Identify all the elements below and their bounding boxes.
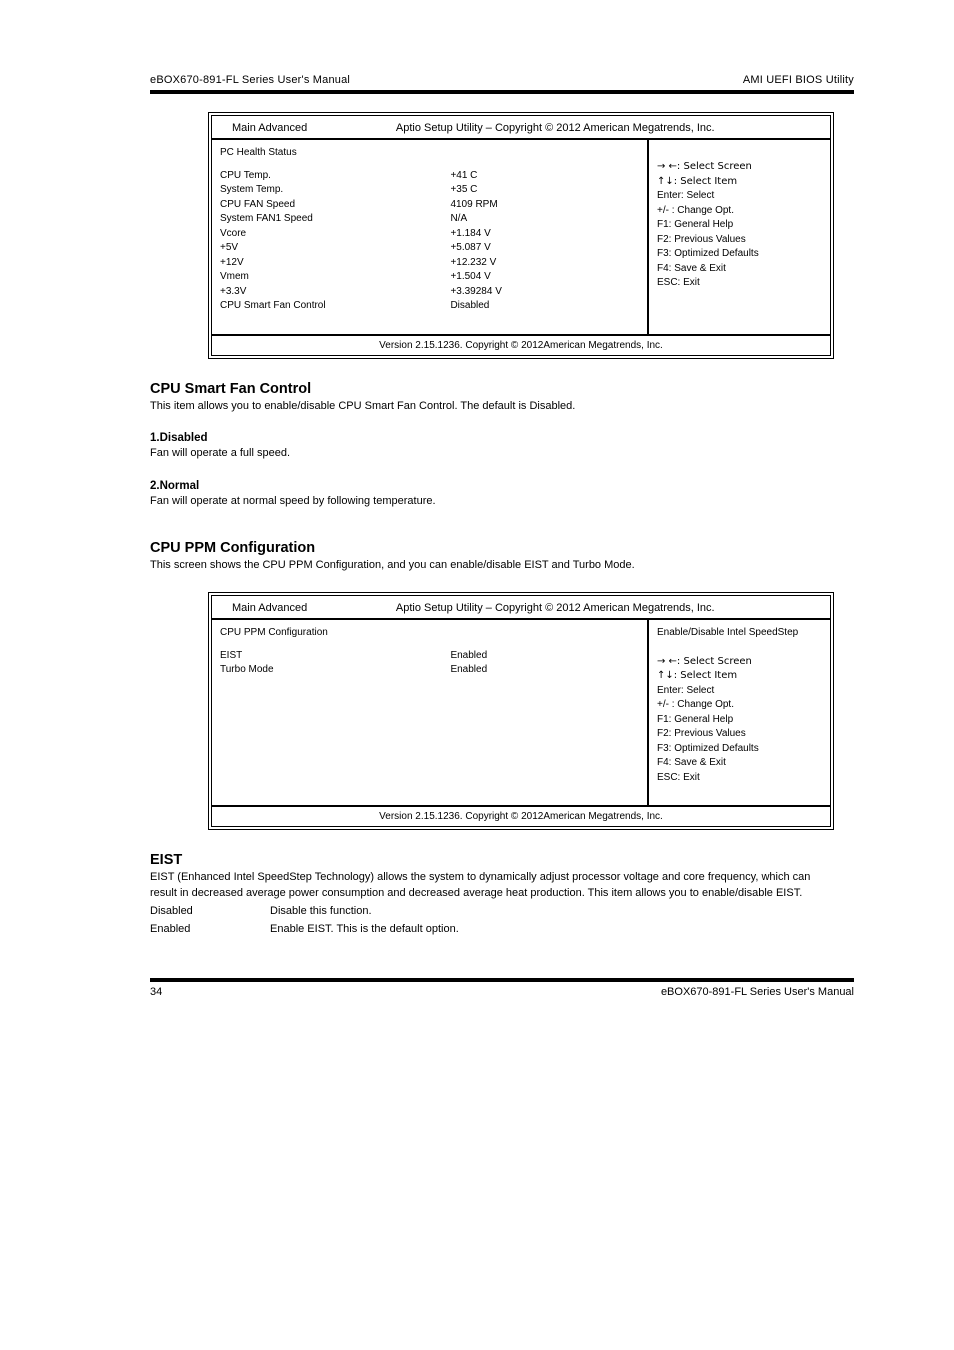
table-row: CPU Smart Fan ControlDisabled (220, 299, 639, 314)
table-row: +5V+5.087 V (220, 241, 639, 256)
bios1-tabs: Main Advanced (212, 122, 394, 134)
table-row: EISTEnabled (220, 649, 639, 664)
hint1-title: 1.Disabled (150, 432, 954, 444)
bios2-heading: CPU PPM Configuration (220, 626, 639, 641)
bios1-nav: → ←: Select Screen ↑↓: Select Item Enter… (657, 160, 822, 291)
bios2-tabs: Main Advanced (212, 602, 394, 614)
footer-title: eBOX670-891-FL Series User's Manual (661, 986, 854, 998)
table-row: Vcore+1.184 V (220, 227, 639, 242)
choice-row: Enabled Enable EIST. This is the default… (150, 922, 834, 938)
choice-row: Disabled Disable this function. (150, 904, 834, 920)
hint2-body: Fan will operate at normal speed by foll… (150, 494, 834, 510)
table-row: +12V+12.232 V (220, 256, 639, 271)
bios2-title: Aptio Setup Utility – Copyright © 2012 A… (394, 602, 717, 614)
choice-desc: Enable EIST. This is the default option. (270, 922, 459, 938)
eist-heading: EIST (150, 852, 954, 868)
table-row: Vmem+1.504 V (220, 270, 639, 285)
choice-desc: Disable this function. (270, 904, 372, 920)
bios2-nav: → ←: Select Screen ↑↓: Select Item Enter… (657, 655, 822, 786)
eist-body: EIST (Enhanced Intel SpeedStep Technolog… (150, 870, 834, 902)
choice-label: Disabled (150, 904, 270, 920)
choice-label: Enabled (150, 922, 270, 938)
table-row: System FAN1 SpeedN/A (220, 212, 639, 227)
smartfan-body: This item allows you to enable/disable C… (150, 399, 834, 415)
table-row: System Temp.+35 C (220, 183, 639, 198)
page-number: 34 (150, 986, 162, 998)
hint1-body: Fan will operate a full speed. (150, 446, 834, 462)
bios-health-box: Main Advanced Aptio Setup Utility – Copy… (208, 112, 834, 359)
cpu-ppm-body: This screen shows the CPU PPM Configurat… (150, 558, 834, 574)
cpu-ppm-heading: CPU PPM Configuration (150, 540, 954, 556)
table-row: CPU FAN Speed4109 RPM (220, 198, 639, 213)
doc-title-right: AMI UEFI BIOS Utility (743, 74, 854, 86)
bios-ppm-box: Main Advanced Aptio Setup Utility – Copy… (208, 592, 834, 830)
bios1-heading: PC Health Status (220, 146, 639, 161)
bios2-hint: Enable/Disable Intel SpeedStep (657, 626, 822, 641)
table-row: CPU Temp.+41 C (220, 169, 639, 184)
table-row: Turbo ModeEnabled (220, 663, 639, 678)
bios1-title: Aptio Setup Utility – Copyright © 2012 A… (394, 122, 717, 134)
hint2-title: 2.Normal (150, 480, 954, 492)
doc-title-left: eBOX670-891-FL Series User's Manual (150, 74, 350, 86)
bios1-copyright: Version 2.15.1236. Copyright © 2012Ameri… (212, 334, 830, 355)
table-row: +3.3V+3.39284 V (220, 285, 639, 300)
bios2-copyright: Version 2.15.1236. Copyright © 2012Ameri… (212, 805, 830, 826)
smartfan-heading: CPU Smart Fan Control (150, 381, 954, 397)
